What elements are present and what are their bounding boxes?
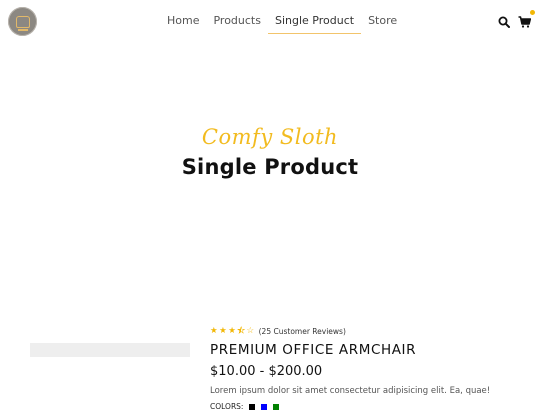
product-details: ★ ★ ★ ★ ☆ (25 Customer Reviews) PREMIUM … (210, 326, 530, 411)
nav-actions (498, 10, 535, 28)
nav-link-single-product[interactable]: Single Product (267, 10, 362, 34)
navbar: Home Products Single Product Store (0, 0, 540, 44)
logo[interactable] (8, 7, 37, 36)
nav-link-home[interactable]: Home (160, 10, 206, 34)
hero-tagline: Comfy Sloth (201, 125, 339, 149)
product-image (30, 343, 190, 357)
product-price: $10.00 - $200.00 (210, 364, 323, 379)
color-swatch-black[interactable] (249, 403, 256, 410)
hero: Comfy Sloth Single Product (0, 125, 540, 179)
color-swatch-blue[interactable] (261, 403, 268, 410)
star-full-icon: ★ (219, 325, 227, 336)
nav-link-products[interactable]: Products (206, 10, 268, 34)
colors-label: COLORS: (210, 402, 244, 411)
product-description: Lorem ipsum dolor sit amet consectetur a… (210, 386, 491, 396)
color-picker: COLORS: (210, 402, 530, 411)
color-swatch-green[interactable] (273, 403, 280, 410)
star-full-icon: ★ (228, 325, 236, 336)
nav-menu: Home Products Single Product Store (160, 10, 404, 34)
star-half-icon: ★ (237, 325, 245, 336)
cart-icon[interactable] (518, 10, 535, 28)
cart-badge (530, 10, 535, 15)
rating: ★ ★ ★ ★ ☆ (25 Customer Reviews) (210, 326, 530, 336)
product-name: PREMIUM OFFICE ARMCHAIR (210, 342, 417, 358)
search-icon[interactable] (498, 13, 510, 28)
star-empty-icon: ☆ (246, 325, 255, 336)
star-full-icon: ★ (210, 325, 218, 336)
logo-chair-icon (15, 15, 30, 31)
reviews-count: (25 Customer Reviews) (258, 326, 346, 336)
page-title: Single Product (181, 155, 359, 179)
nav-link-store[interactable]: Store (361, 10, 404, 34)
